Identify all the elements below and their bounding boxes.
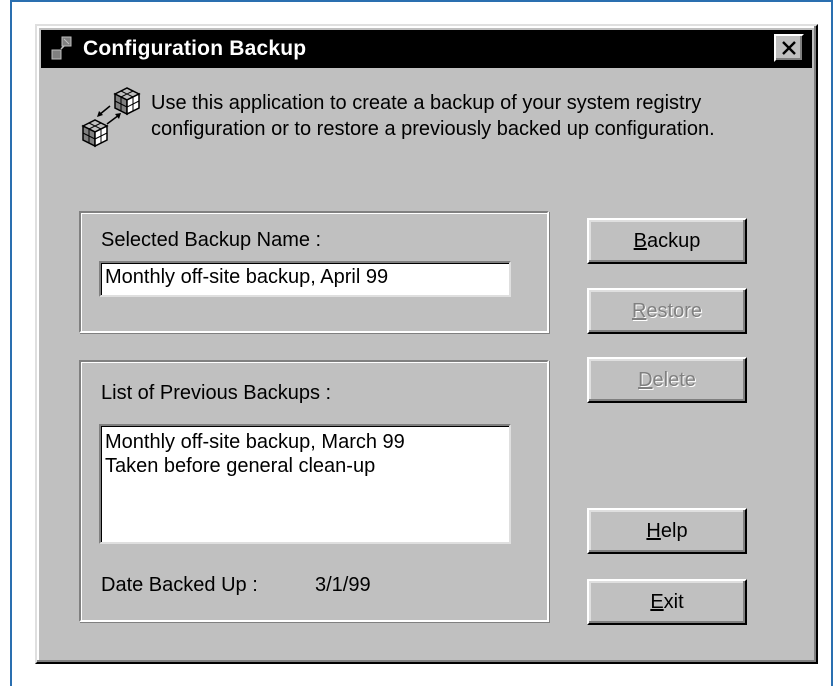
intro-line-2: configuration or to restore a previously… bbox=[151, 118, 715, 140]
previous-backups-label: List of Previous Backups : bbox=[101, 382, 332, 404]
restore-button-mnemonic: R bbox=[631, 299, 647, 322]
app-icon bbox=[51, 36, 72, 60]
intro-text: Use this application to create a backup … bbox=[151, 90, 811, 142]
restore-button-label: estore bbox=[646, 299, 703, 322]
exit-button-label: xit bbox=[663, 590, 684, 613]
help-button-mnemonic: H bbox=[646, 519, 661, 542]
backup-name-value: Monthly off-site backup, April 99 bbox=[105, 266, 389, 288]
backup-cubes-icon bbox=[81, 87, 141, 148]
title-bar[interactable]: Configuration Backup bbox=[41, 30, 812, 68]
close-button[interactable] bbox=[774, 34, 804, 62]
list-item[interactable]: Taken before general clean-up bbox=[105, 454, 505, 478]
date-backed-up-value: 3/1/99 bbox=[315, 574, 371, 596]
exit-button-mnemonic: E bbox=[650, 590, 664, 613]
backup-button-label: ackup bbox=[646, 229, 701, 252]
intro-line-1: Use this application to create a backup … bbox=[151, 92, 702, 114]
backup-button-mnemonic: B bbox=[633, 229, 647, 252]
delete-button[interactable]: Delete bbox=[587, 357, 747, 403]
exit-button[interactable]: Exit bbox=[587, 579, 747, 625]
help-button-label: elp bbox=[660, 519, 688, 542]
restore-button[interactable]: Restore bbox=[587, 288, 747, 334]
backup-button[interactable]: Backup bbox=[587, 218, 747, 264]
previous-backups-listbox[interactable]: Monthly off-site backup, March 99 Taken … bbox=[99, 424, 511, 544]
help-button[interactable]: Help bbox=[587, 508, 747, 554]
backup-name-input[interactable]: Monthly off-site backup, April 99 bbox=[99, 261, 511, 297]
selected-backup-label: Selected Backup Name : bbox=[101, 229, 322, 251]
window-title: Configuration Backup bbox=[83, 37, 307, 60]
delete-button-label: elete bbox=[652, 368, 696, 391]
delete-button-mnemonic: D bbox=[638, 368, 653, 391]
list-item[interactable]: Monthly off-site backup, March 99 bbox=[105, 430, 505, 454]
previous-backups-group: List of Previous Backups : Monthly off-s… bbox=[79, 360, 549, 622]
date-backed-up-label: Date Backed Up : bbox=[101, 574, 258, 596]
close-icon bbox=[782, 41, 796, 55]
configuration-backup-dialog: Configuration Backup Use this applicatio… bbox=[35, 24, 818, 664]
selected-backup-group: Selected Backup Name : Monthly off-site … bbox=[79, 211, 549, 333]
